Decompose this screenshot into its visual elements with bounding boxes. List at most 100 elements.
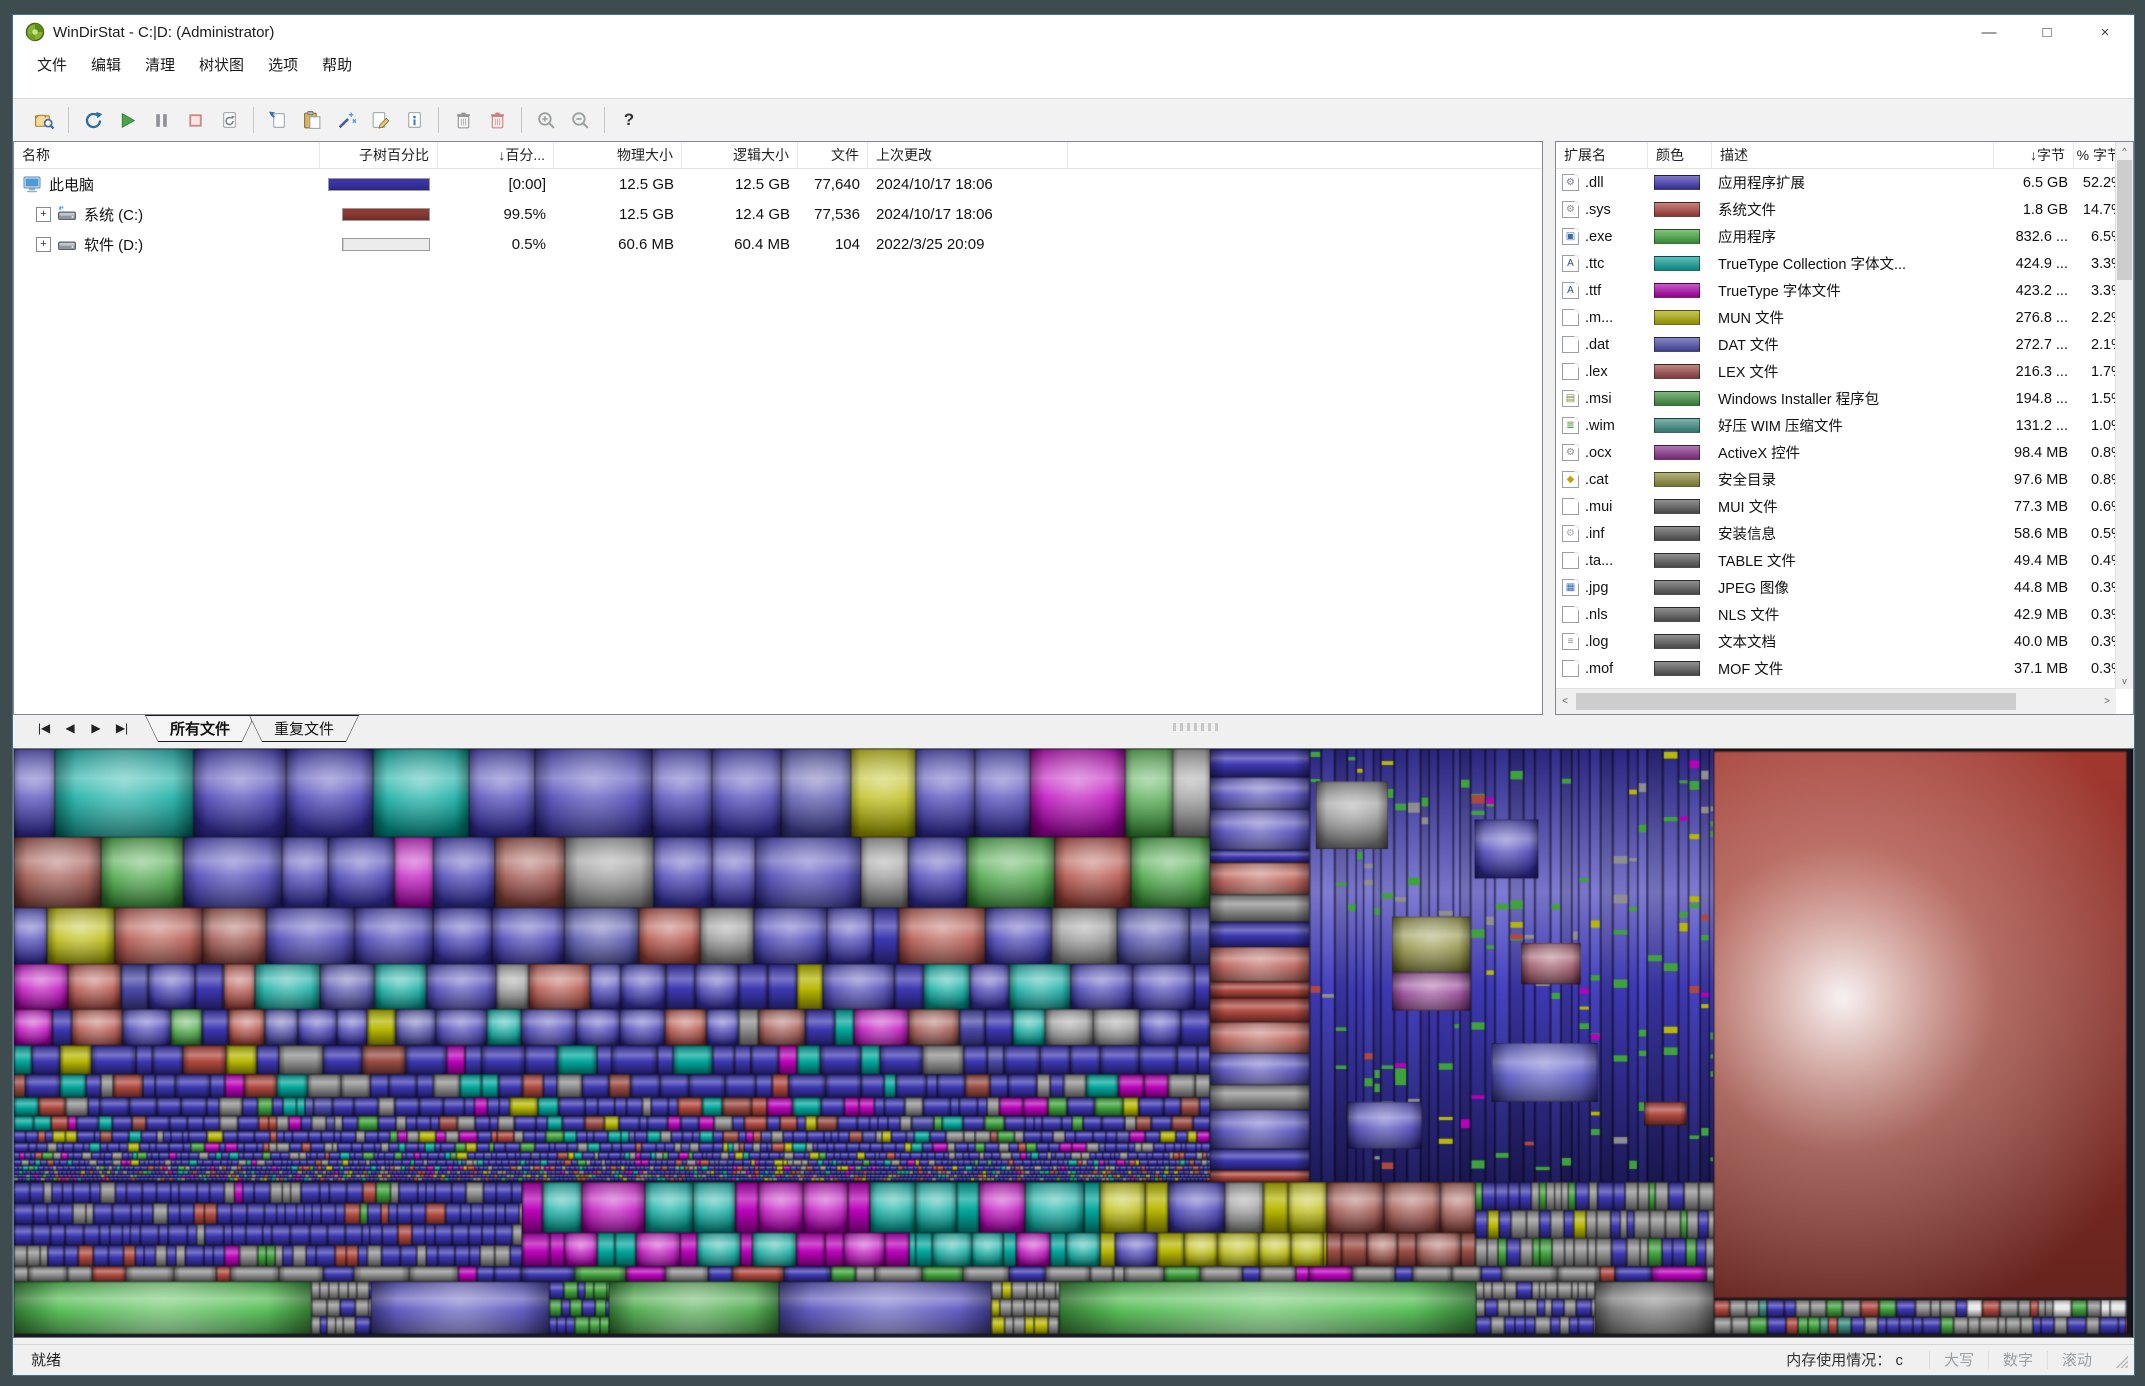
description: Windows Installer 程序包: [1718, 392, 1880, 408]
menu-item-2[interactable]: 清理: [133, 51, 187, 78]
ext-header-3[interactable]: ↓字节: [1994, 142, 2074, 168]
main-split: 名称 子树百分比 ↓百分... 物理大小 逻辑大小 文件 上次更改 此电脑 [0:00] 12.…: [13, 141, 2134, 715]
file-type-glyph: ▤: [1565, 392, 1576, 404]
tree-row[interactable]: + 软件 (D:) 0.5% 60.6 MB 60.4 MB 104 2022/3/25 2…: [14, 229, 1542, 259]
menu-item-5[interactable]: 帮助: [310, 51, 364, 78]
extension-row[interactable]: .mui MUI 文件 77.3 MB 0.6%: [1556, 493, 2133, 520]
extension-row[interactable]: ▣ .exe 应用程序 832.6 ... 6.5%: [1556, 223, 2133, 250]
resume-button[interactable]: [110, 105, 144, 135]
expand-icon[interactable]: +: [36, 236, 51, 252]
extension-row[interactable]: ≣ .wim 好压 WIM 压缩文件 131.2 ... 1.0%: [1556, 412, 2133, 439]
extension-row[interactable]: ≡ .log 文本文档 40.0 MB 0.3%: [1556, 628, 2133, 655]
description: MUN 文件: [1718, 311, 1785, 327]
windirstat-window: WinDirStat - C:|D: (Administrator) — □ ×…: [12, 14, 2135, 1376]
extension-row[interactable]: .m... MUN 文件 276.8 ... 2.2%: [1556, 304, 2133, 331]
extension-row[interactable]: .lex LEX 文件 216.3 ... 1.7%: [1556, 358, 2133, 385]
menu-item-4[interactable]: 选项: [256, 51, 310, 78]
tree-row[interactable]: 此电脑 [0:00] 12.5 GB 12.5 GB 77,640 2024/10/17 …: [14, 169, 1542, 199]
extension-row[interactable]: ▦ .jpg JPEG 图像 44.8 MB 0.3%: [1556, 574, 2133, 601]
del-icon: [456, 112, 470, 128]
ext-header-1[interactable]: 颜色: [1648, 142, 1712, 168]
tree-header-0[interactable]: 名称: [14, 142, 320, 168]
file-type-icon: ◆: [1562, 471, 1579, 488]
extension-row[interactable]: ⚙ .dll 应用程序扩展 6.5 GB 52.2%: [1556, 169, 2133, 196]
color-swatch: [1654, 310, 1700, 325]
menu-item-0[interactable]: 文件: [25, 51, 79, 78]
scroll-right-icon[interactable]: >: [2098, 696, 2116, 707]
extension-row[interactable]: ⚙ .sys 系统文件 1.8 GB 14.7%: [1556, 196, 2133, 223]
extension-row[interactable]: ◆ .cat 安全目录 97.6 MB 0.8%: [1556, 466, 2133, 493]
wand-icon: [338, 112, 356, 128]
file-type-icon: ≡: [1562, 633, 1579, 650]
close-button[interactable]: ×: [2076, 15, 2134, 49]
ext-header-0[interactable]: 扩展名: [1556, 142, 1648, 168]
vscroll-thumb[interactable]: [2117, 160, 2132, 280]
tab-next-icon[interactable]: ▶: [83, 721, 109, 735]
extension-row[interactable]: A .ttc TrueType Collection 字体文... 424.9 ...…: [1556, 250, 2133, 277]
treemap-canvas[interactable]: [14, 749, 2131, 1337]
zoom-out-button[interactable]: [563, 105, 597, 135]
refresh-all-button[interactable]: [76, 105, 110, 135]
explorer-here-button[interactable]: [329, 105, 363, 135]
copy-path-button[interactable]: [261, 105, 295, 135]
tree-header-6[interactable]: 上次更改: [868, 142, 1068, 168]
file-type-glyph: ▣: [1565, 230, 1576, 242]
extension-row[interactable]: ⚙ .inf 安装信息 58.6 MB 0.5%: [1556, 520, 2133, 547]
tree-row-name: + 软件 (D:): [14, 229, 320, 259]
properties-button[interactable]: [397, 105, 431, 135]
command-prompt-button[interactable]: [363, 105, 397, 135]
file-type-icon: [1562, 498, 1579, 515]
minimize-button[interactable]: —: [1960, 15, 2018, 49]
open-button[interactable]: [27, 105, 61, 135]
hscroll-thumb[interactable]: [1576, 693, 2016, 710]
scroll-up-icon[interactable]: ^: [2116, 142, 2133, 159]
extension-row[interactable]: ▤ .msi Windows Installer 程序包 194.8 ... 1.5%: [1556, 385, 2133, 412]
help-button[interactable]: ?: [612, 105, 646, 135]
tree-header-3[interactable]: 物理大小: [554, 142, 682, 168]
menu-item-3[interactable]: 树状图: [187, 51, 256, 78]
bytes-value: 276.8 ...: [2015, 309, 2068, 326]
scroll-left-icon[interactable]: <: [1556, 696, 1574, 707]
tree-header-1[interactable]: 子树百分比: [320, 142, 438, 168]
extension-row[interactable]: .nls NLS 文件 42.9 MB 0.3%: [1556, 601, 2133, 628]
file-type-icon: [1562, 336, 1579, 353]
file-type-icon: [1562, 552, 1579, 569]
extension-label: .dat: [1585, 336, 1610, 353]
file-type-glyph: [1563, 661, 1578, 676]
pause-button[interactable]: [144, 105, 178, 135]
refresh-selected-button[interactable]: [212, 105, 246, 135]
tree-header-4[interactable]: 逻辑大小: [682, 142, 798, 168]
tree-row[interactable]: + 系统 (C:) 99.5% 12.5 GB 12.4 GB 77,536 2024/10…: [14, 199, 1542, 229]
resize-grip-icon[interactable]: [2112, 1351, 2128, 1368]
extension-vertical-scrollbar[interactable]: ^ v: [2115, 142, 2133, 689]
tab-duplicate-files[interactable]: 重复文件: [249, 715, 359, 742]
stop-button[interactable]: [178, 105, 212, 135]
extension-row[interactable]: .ta... TABLE 文件 49.4 MB 0.4%: [1556, 547, 2133, 574]
delete-to-bin-button[interactable]: [446, 105, 480, 135]
tab-prev-icon[interactable]: ◀: [57, 721, 83, 735]
description: JPEG 图像: [1718, 581, 1789, 597]
delete-permanently-button[interactable]: [480, 105, 514, 135]
tab-first-icon[interactable]: |◀: [31, 721, 57, 735]
scroll-down-icon[interactable]: v: [2116, 672, 2133, 689]
tree-header-5[interactable]: 文件: [798, 142, 868, 168]
extension-horizontal-scrollbar[interactable]: < >: [1556, 688, 2116, 714]
tab-last-icon[interactable]: ▶|: [109, 721, 135, 735]
panel-splitter[interactable]: [1543, 141, 1555, 715]
extension-row[interactable]: .mof MOF 文件 37.1 MB 0.3%: [1556, 655, 2133, 682]
maximize-button[interactable]: □: [2018, 15, 2076, 49]
extension-row[interactable]: A .ttf TrueType 字体文件 423.2 ... 3.3%: [1556, 277, 2133, 304]
extension-column-headers: 扩展名 颜色 描述 ↓字节% 字节: [1556, 142, 2133, 169]
tab-all-files[interactable]: 所有文件: [145, 715, 255, 742]
zoom-in-button[interactable]: [529, 105, 563, 135]
file-type-glyph: ⚙: [1566, 176, 1575, 188]
extension-row[interactable]: ⚙ .ocx ActiveX 控件 98.4 MB 0.8%: [1556, 439, 2133, 466]
color-swatch: [1654, 229, 1700, 244]
expand-icon[interactable]: +: [36, 206, 51, 222]
menu-item-1[interactable]: 编辑: [79, 51, 133, 78]
paste-button[interactable]: [295, 105, 329, 135]
splitter-grip[interactable]: [1173, 723, 1219, 731]
ext-header-2[interactable]: 描述: [1712, 142, 1994, 168]
tree-header-2[interactable]: ↓百分...: [438, 142, 554, 168]
extension-row[interactable]: .dat DAT 文件 272.7 ... 2.1%: [1556, 331, 2133, 358]
